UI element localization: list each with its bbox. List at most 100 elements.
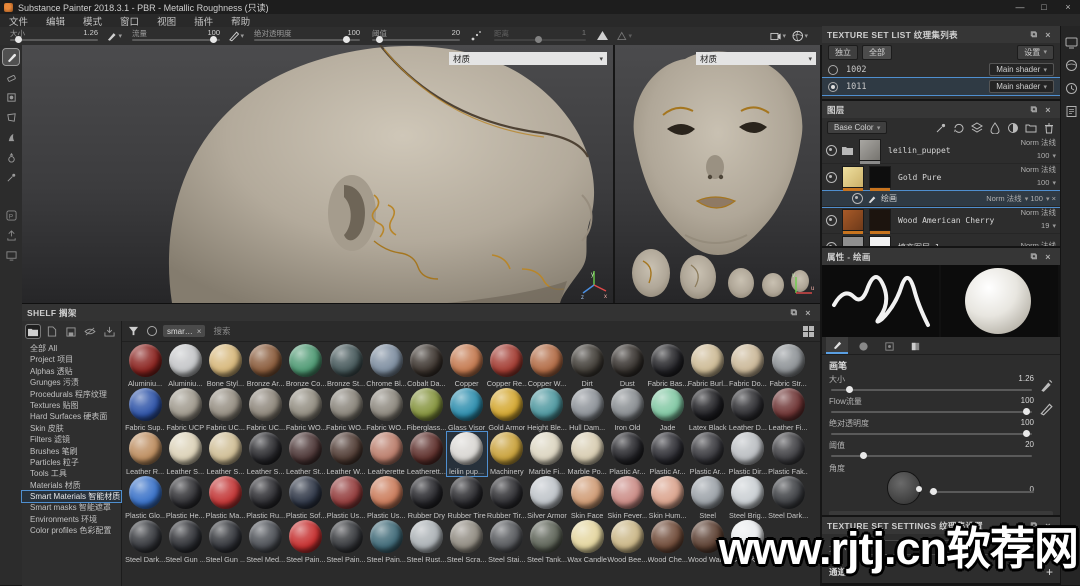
material-item[interactable]: Steel Gun ... xyxy=(165,520,205,564)
material-item[interactable]: Plastic Us... xyxy=(326,476,366,520)
shelf-category-item[interactable]: Textures 贴图 xyxy=(22,400,121,411)
close-panel-icon[interactable]: × xyxy=(1041,30,1055,40)
material-item[interactable]: Steel Rust... xyxy=(406,520,446,564)
material-item[interactable]: Dirt xyxy=(567,344,607,388)
pick-effect-icon[interactable] xyxy=(935,122,947,134)
paint-effect-row[interactable]: 绘画 Norm 法线 ▾ 100 ▾ × xyxy=(822,191,1060,207)
material-item[interactable]: Leather D... xyxy=(728,388,768,432)
material-item[interactable]: Fabric UC... xyxy=(205,388,245,432)
filter-toggle-icon[interactable] xyxy=(147,326,157,336)
add-effect-icon[interactable] xyxy=(953,122,965,134)
visibility-eye-icon[interactable] xyxy=(852,193,863,204)
material-item[interactable]: Wood Bee... xyxy=(607,520,647,564)
texture-set-row[interactable]: 1011 Main shader ▾ xyxy=(822,78,1060,95)
shelf-save-icon[interactable] xyxy=(64,325,78,338)
projection-tool-icon[interactable] xyxy=(3,89,19,105)
material-item[interactable]: Plastic Ru... xyxy=(246,476,286,520)
view-mode-select-3d[interactable]: 材质▾ xyxy=(449,52,607,65)
menu-item-2[interactable]: 模式 xyxy=(74,14,111,28)
material-item[interactable]: Leather W... xyxy=(326,432,366,476)
menu-item-6[interactable]: 帮助 xyxy=(222,14,259,28)
material-item[interactable]: Bronze Co... xyxy=(286,344,326,388)
shader-settings-tab-icon[interactable] xyxy=(1065,59,1078,72)
material-item[interactable]: Fabric WO... xyxy=(286,388,326,432)
material-item[interactable]: Marble Fi... xyxy=(527,432,567,476)
remove-effect-icon[interactable]: × xyxy=(1052,194,1056,203)
menu-item-5[interactable]: 插件 xyxy=(185,14,222,28)
minimize-button[interactable]: — xyxy=(1008,2,1032,12)
shelf-new-resource-icon[interactable] xyxy=(45,325,59,338)
shader-sphere-icon[interactable]: ▾ xyxy=(792,29,808,43)
material-item[interactable]: leilin pup... xyxy=(447,432,487,476)
material-item[interactable]: Steel Gun ... xyxy=(205,520,245,564)
material-item[interactable]: Steel Pain... xyxy=(326,520,366,564)
visibility-eye-icon[interactable] xyxy=(826,145,837,156)
angle-dial[interactable] xyxy=(887,471,921,505)
material-item[interactable]: Fiberglass... xyxy=(406,388,446,432)
material-item[interactable]: Leatherette xyxy=(366,432,406,476)
size-slider[interactable]: 大小 1.26 xyxy=(8,28,100,44)
material-item[interactable]: Bone Styl... xyxy=(205,344,245,388)
material-item[interactable]: Steel Tank... xyxy=(527,520,567,564)
viewport-3d[interactable]: 材质▾ yzx xyxy=(22,45,613,303)
opacity-slider[interactable]: 绝对透明度 100 xyxy=(252,28,362,44)
material-item[interactable]: Rubber Tir... xyxy=(487,476,527,520)
shelf-category-item[interactable]: Procedurals 程序纹理 xyxy=(22,389,121,400)
shelf-category-item[interactable]: Smart masks 智能遮罩 xyxy=(22,502,121,513)
shader-select[interactable]: Main shader ▾ xyxy=(989,80,1054,93)
material-item[interactable]: Chrome Bl... xyxy=(366,344,406,388)
tab-material[interactable] xyxy=(904,339,926,354)
material-item[interactable]: Steel Dark... xyxy=(125,520,165,564)
material-item[interactable]: Steel Pain... xyxy=(366,520,406,564)
material-item[interactable]: Fabric Bas... xyxy=(647,344,687,388)
visibility-eye-icon[interactable] xyxy=(826,242,837,247)
material-item[interactable]: Gold Armor xyxy=(487,388,527,432)
shelf-category-item[interactable]: Project 项目 xyxy=(22,354,121,365)
material-item[interactable]: Skin Face xyxy=(567,476,607,520)
material-item[interactable]: Plastic Ar... xyxy=(607,432,647,476)
material-item[interactable]: Silver Armor xyxy=(527,476,567,520)
material-item[interactable]: Skin Fever... xyxy=(607,476,647,520)
material-picker-tool-icon[interactable] xyxy=(3,169,19,185)
visibility-eye-icon[interactable] xyxy=(826,172,837,183)
material-item[interactable]: Plastic Fak... xyxy=(768,432,808,476)
add-fill-layer-icon[interactable] xyxy=(1007,122,1019,134)
shelf-category-item[interactable]: Alphas 透贴 xyxy=(22,366,121,377)
shelf-category-item[interactable]: 全部 All xyxy=(22,343,121,354)
material-item[interactable]: Cobalt Da... xyxy=(406,344,446,388)
shelf-category-item[interactable]: Skin 皮肤 xyxy=(22,423,121,434)
material-item[interactable]: Plastic Glo... xyxy=(125,476,165,520)
radio-icon[interactable] xyxy=(828,82,838,92)
material-item[interactable]: Plastic Dir... xyxy=(728,432,768,476)
lazy-mouse-icon[interactable]: ▾ xyxy=(616,29,632,43)
close-panel-icon[interactable]: × xyxy=(1041,105,1055,115)
material-item[interactable]: Bronze Ar... xyxy=(246,344,286,388)
material-item[interactable]: Copper xyxy=(447,344,487,388)
material-item[interactable]: Fabric UC... xyxy=(246,388,286,432)
material-item[interactable]: Fabric UCP xyxy=(165,388,205,432)
export-icon[interactable] xyxy=(3,227,19,243)
clone-tool-icon[interactable] xyxy=(3,149,19,165)
shelf-category-item[interactable]: Tools 工具 xyxy=(22,468,121,479)
menu-item-4[interactable]: 视图 xyxy=(148,14,185,28)
material-item[interactable]: Leather S... xyxy=(205,432,245,476)
tab-stencil[interactable] xyxy=(878,339,900,354)
float-panel-icon[interactable]: ⧉ xyxy=(1027,29,1041,40)
display-settings-icon[interactable] xyxy=(3,247,19,263)
plugin-ps-icon[interactable]: P xyxy=(3,207,19,223)
grid-view-icon[interactable] xyxy=(803,326,814,337)
close-panel-icon[interactable]: × xyxy=(1041,252,1055,262)
material-item[interactable]: Plastic Sof... xyxy=(286,476,326,520)
float-panel-icon[interactable]: ⧉ xyxy=(1027,251,1041,262)
close-panel-icon[interactable]: × xyxy=(801,308,815,318)
prop-opacity-slider[interactable]: 绝对透明度100 xyxy=(829,417,1034,439)
material-item[interactable]: Rubber Tire xyxy=(447,476,487,520)
shelf-category-item[interactable]: Hard Surfaces 硬表面 xyxy=(22,411,121,422)
view-mode-select-2d[interactable]: 材质▾ xyxy=(696,52,816,65)
stylus-pressure-flow-icon[interactable] xyxy=(1039,402,1053,416)
filter-funnel-icon[interactable] xyxy=(128,326,139,336)
material-item[interactable]: Leather S... xyxy=(246,432,286,476)
material-item[interactable]: Skin Hum... xyxy=(647,476,687,520)
shelf-category-item[interactable]: Smart Materials 智能材质 xyxy=(22,491,121,502)
material-item[interactable]: Machinery xyxy=(487,432,527,476)
